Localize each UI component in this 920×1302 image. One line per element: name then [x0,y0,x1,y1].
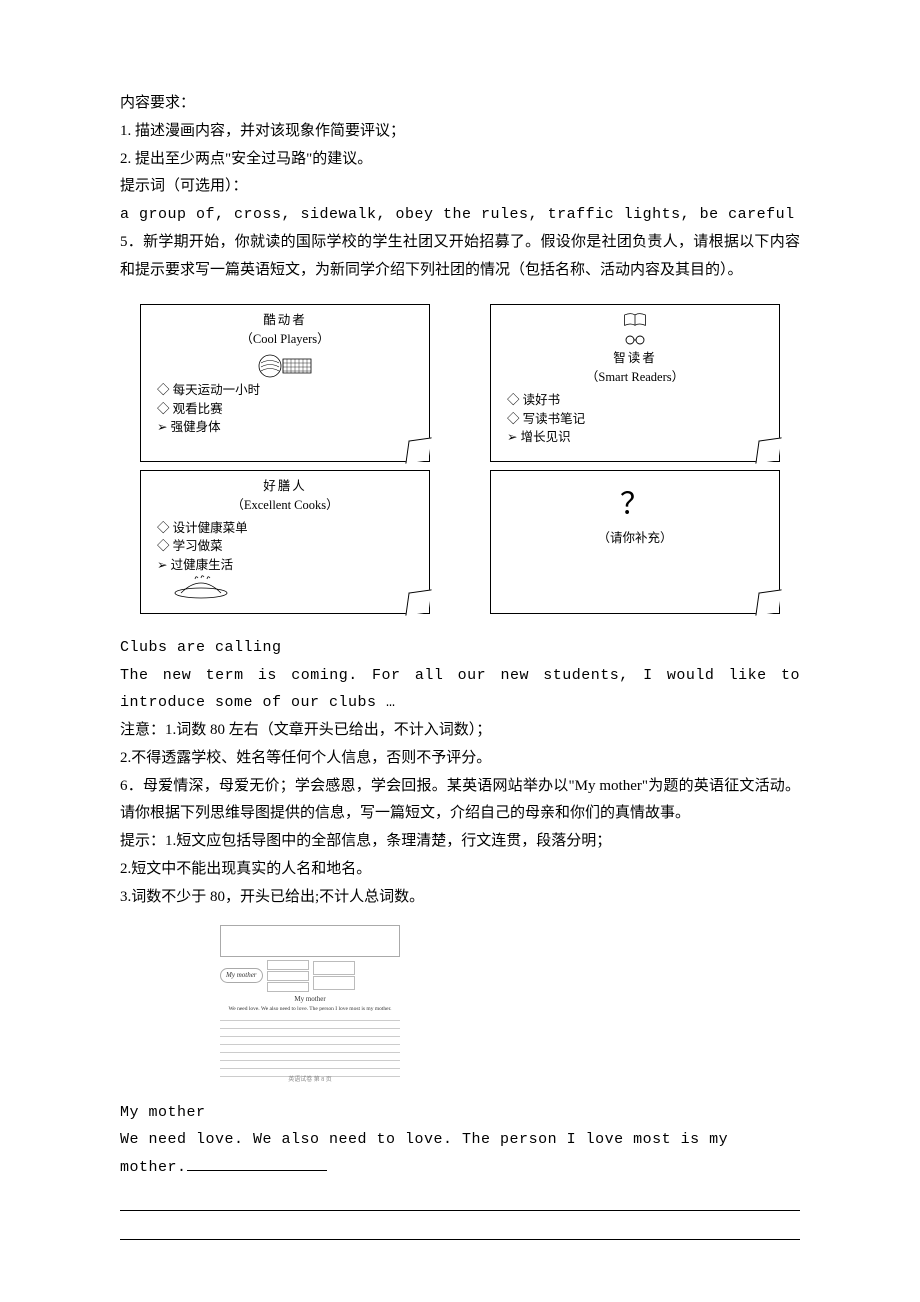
tip-1-text: 1.短文应包括导图中的全部信息，条理清楚，行文连贯，段落分明； [165,833,611,849]
dish-icon [171,575,231,599]
card-line: ◇ 设计健康菜单 [157,519,419,538]
tip-line-2: 2.短文中不能出现真实的人名和地名。 [120,856,800,884]
writing-rule-line [120,1186,800,1211]
worksheet-blank-lines [220,1013,400,1077]
worksheet-header-block [220,925,400,956]
hints-label: 提示词（可选用）： [120,173,800,201]
worksheet-bubble: My mother [220,968,263,983]
card-blank-fill: ？ （请你补充） [490,470,780,614]
note-line-1: 注意：1.词数 80 左右（文章开头已给出，不计入词数）； [120,717,800,745]
requirements-heading: 内容要求： [120,90,800,118]
worksheet-essay-title: My mother [220,995,400,1004]
card-title-cn: 酷动者 [151,311,419,330]
fill-prompt: （请你补充） [501,529,769,548]
card-line: ◇ 写读书笔记 [507,410,769,429]
tip-line-3: 3.词数不少于 80，开头已给出;不计人总词数。 [120,884,800,912]
card-title-en: （Smart Readers） [501,368,769,387]
worksheet-minibox [313,961,355,975]
tips-label: 提示： [120,833,165,849]
requirement-2: 2. 提出至少两点"安全过马路"的建议。 [120,146,800,174]
card-smart-readers: 智读者 （Smart Readers） ◇ 读好书 ◇ 写读书笔记 ➢ 增长见识 [490,304,780,462]
worksheet-thumbnail: My mother My mother We need love. We als… [220,925,400,1084]
tip-line-1: 提示：1.短文应包括导图中的全部信息，条理清楚，行文连贯，段落分明； [120,828,800,856]
worksheet-essay-lead: We need love. We also need to love. The … [220,1006,400,1013]
card-excellent-cooks: 好膳人 （Excellent Cooks） ◇ 设计健康菜单 ◇ 学习做菜 ➢ … [140,470,430,614]
essay-title-clubs: Clubs are calling [120,634,800,662]
card-title-cn: 智读者 [501,349,769,368]
card-fold-corner [405,589,431,615]
card-line: ➢ 强健身体 [157,418,419,437]
club-cards-grid: 酷动者 （Cool Players） ◇ 每天运动一小时 ◇ 观看比赛 ➢ 强健… [140,304,780,614]
card-line: ◇ 观看比赛 [157,400,419,419]
glasses-icon [625,331,645,347]
card-line: ◇ 每天运动一小时 [157,381,419,400]
worksheet-mindmap: My mother [220,960,400,992]
question-5-text: 5．新学期开始，你就读的国际学校的学生社团又开始招募了。假设你是社团负责人，请根… [120,229,800,285]
note-label: 注意： [120,722,165,738]
note-line-2: 2.不得透露学校、姓名等任何个人信息，否则不予评分。 [120,745,800,773]
essay-lead-mother: We need love. We also need to love. The … [120,1126,800,1182]
card-title-cn: 好膳人 [151,477,419,496]
card-title-en: （Excellent Cooks） [151,496,419,515]
essay-lead-b: mother. [120,1159,187,1176]
card-fold-corner [755,437,781,463]
card-fold-corner [755,589,781,615]
question-6-text: 6．母爱情深，母爱无价；学会感恩，学会回报。某英语网站举办以"My mother… [120,773,800,829]
card-fold-corner [405,437,431,463]
essay-title-mother: My mother [120,1099,800,1127]
question-mark: ？ [501,487,769,523]
card-title-en: （Cool Players） [151,330,419,349]
writing-rule-line [120,1215,800,1240]
requirement-1: 1. 描述漫画内容，并对该现象作简要评议； [120,118,800,146]
worksheet-footer: 英语试卷 第 8 页 [220,1077,400,1085]
note-1-text: 1.词数 80 左右（文章开头已给出，不计入词数）； [165,722,491,738]
worksheet-minibox [313,976,355,990]
worksheet-minibox [267,971,309,981]
card-cool-players: 酷动者 （Cool Players） ◇ 每天运动一小时 ◇ 观看比赛 ➢ 强健… [140,304,430,462]
card-line: ◇ 学习做菜 [157,537,419,556]
card-line: ➢ 过健康生活 [157,556,419,575]
card-line: ➢ 增长见识 [507,428,769,447]
volleyball-icon [257,353,313,379]
worksheet-minibox [267,960,309,970]
blank-underline [187,1170,327,1171]
essay-lead-clubs: The new term is coming. For all our new … [120,662,800,718]
book-icon [622,311,648,331]
essay-lead-a: We need love. We also need to love. The … [120,1131,728,1148]
worksheet-minibox [267,982,309,992]
card-line: ◇ 读好书 [507,391,769,410]
hints-words: a group of, cross, sidewalk, obey the ru… [120,201,800,229]
